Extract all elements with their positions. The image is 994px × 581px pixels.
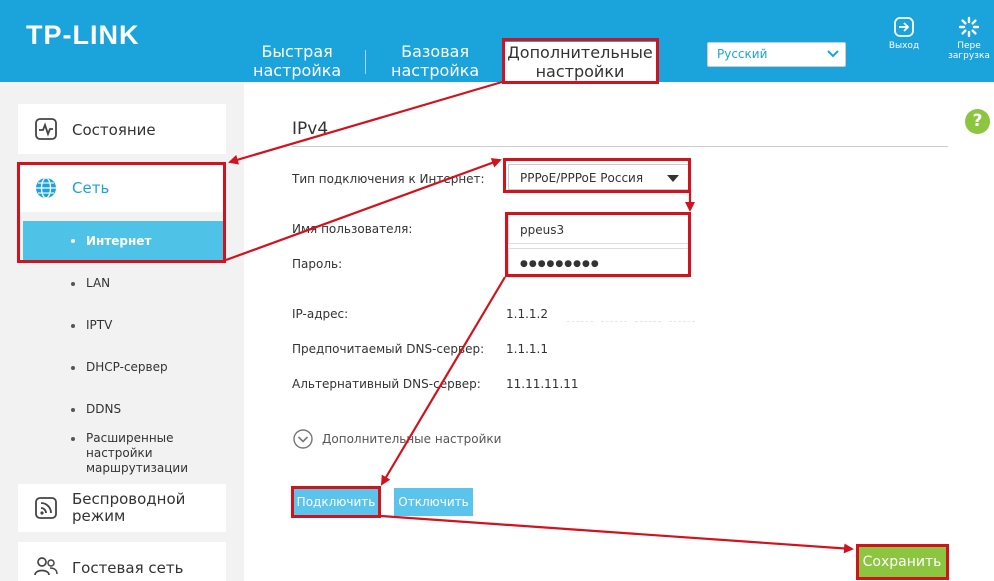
sidebar-subitem-iptv[interactable]: IPTV [23, 316, 226, 336]
bullet-dot [71, 324, 75, 328]
bullet-dot [71, 239, 75, 243]
title-divider [292, 146, 948, 147]
sidebar-subitem-routing-label: Расширенные настройки маршрутизации [86, 431, 188, 476]
wireless-label-line2: режим [72, 507, 126, 525]
logout-label: Выход [888, 41, 920, 51]
routing-label-line2: настройки [86, 446, 153, 460]
sidebar-item-guest-label: Гостевая сеть [72, 559, 184, 577]
save-button[interactable]: Сохранить [858, 546, 946, 578]
dns1-label: Предпочитаемый DNS-сервер: [292, 342, 485, 356]
sidebar-item-status[interactable]: Состояние [18, 104, 226, 154]
arrow-to-save [380, 514, 854, 554]
ip-placeholder-fields [553, 304, 695, 322]
sidebar-subitem-dhcp[interactable]: DHCP-сервер [23, 358, 226, 378]
dropdown-caret-icon [667, 175, 679, 182]
chevron-down-icon [827, 50, 839, 58]
tab-basic[interactable]: Базовая настройка [391, 42, 479, 80]
ip-address-label: IP-адрес: [292, 307, 349, 321]
help-button[interactable]: ? [965, 109, 990, 134]
sidebar-subitem-dhcp-label: DHCP-сервер [86, 360, 168, 374]
ip-address-value: 1.1.1.2 [506, 307, 548, 321]
dns2-label: Альтернативный DNS-сервер: [292, 377, 481, 391]
tab-divider [365, 50, 366, 74]
tab-advanced-line1: Дополнительные [507, 43, 653, 62]
bullet-dot [71, 437, 75, 441]
reboot-label-line1: Пере [957, 41, 981, 51]
guest-users-icon [34, 557, 58, 576]
tab-advanced-line2: настройки [535, 62, 625, 81]
top-header: TP-LINK Быстрая настройка Базовая настро… [0, 0, 994, 82]
bullet-dot [71, 408, 75, 412]
dns1-value: 1.1.1.1 [506, 342, 548, 356]
logout-button[interactable]: Выход [879, 16, 929, 51]
username-input[interactable]: ppeus3 [508, 214, 689, 244]
reboot-label-line2: загрузка [948, 51, 990, 61]
sidebar-item-guest[interactable]: Гостевая сеть [18, 542, 226, 581]
sidebar-item-wireless-label: Беспроводной режим [72, 491, 185, 525]
status-pulse-icon [35, 118, 57, 140]
tab-quick-setup-line2: настройка [253, 61, 342, 80]
connection-type-select[interactable]: PPPoE/PPPoE Россия [508, 164, 689, 190]
sidebar-subitem-routing[interactable]: Расширенные настройки маршрутизации [23, 430, 226, 476]
sidebar-subitem-lan-label: LAN [86, 276, 111, 290]
wifi-icon [35, 497, 57, 519]
sidebar-item-wireless[interactable]: Беспроводной режим [18, 484, 226, 532]
language-value: Русский [717, 47, 768, 61]
tab-quick-setup-line1: Быстрая [261, 42, 333, 61]
sidebar-subitem-ddns[interactable]: DDNS [23, 400, 226, 420]
tab-advanced[interactable]: Дополнительные настройки [503, 42, 657, 82]
password-value: ●●●●●●●●● [520, 259, 600, 269]
sidebar-item-network-label: Сеть [72, 179, 110, 197]
bullet-dot [71, 282, 75, 286]
connection-type-label: Тип подключения к Интернет: [292, 172, 485, 186]
password-input[interactable]: ●●●●●●●●● [508, 248, 689, 278]
tp-link-logo: TP-LINK [26, 20, 140, 50]
reboot-spinner-icon [958, 16, 980, 38]
sidebar-subitem-internet[interactable]: Интернет [23, 221, 226, 261]
arrow-to-network [228, 80, 503, 165]
disconnect-button[interactable]: Отключить [394, 488, 473, 516]
password-label: Пароль: [292, 257, 343, 271]
bullet-dot [71, 366, 75, 370]
connect-button[interactable]: Подключить [294, 488, 378, 516]
username-label: Имя пользователя: [292, 222, 413, 236]
logout-icon [894, 17, 914, 37]
sidebar-item-network[interactable]: Сеть [18, 164, 226, 212]
routing-label-line1: Расширенные [86, 431, 174, 445]
username-value: ppeus3 [520, 223, 565, 237]
sidebar-item-status-label: Состояние [72, 121, 156, 139]
sidebar-subitem-internet-label: Интернет [86, 234, 152, 248]
tab-basic-line2: настройка [391, 61, 480, 80]
dns2-value: 11.11.11.11 [506, 377, 579, 391]
language-select[interactable]: Русский [707, 42, 846, 67]
tab-basic-line1: Базовая [401, 42, 470, 61]
sidebar-subitem-iptv-label: IPTV [86, 318, 113, 332]
chevron-circle-down-icon [293, 429, 313, 449]
sidebar-subitem-ddns-label: DDNS [86, 402, 122, 416]
page-title: IPv4 [292, 119, 329, 139]
globe-icon [36, 177, 56, 199]
reboot-button[interactable]: Пере загрузка [946, 16, 992, 61]
connection-type-value: PPPoE/PPPoE Россия [520, 171, 644, 185]
sidebar-subitem-lan[interactable]: LAN [23, 274, 226, 294]
wireless-label-line1: Беспроводной [72, 490, 186, 508]
routing-label-line3: маршрутизации [86, 461, 189, 475]
tab-quick-setup[interactable]: Быстрая настройка [253, 42, 341, 80]
advanced-settings-label: Дополнительные настройки [322, 432, 502, 446]
